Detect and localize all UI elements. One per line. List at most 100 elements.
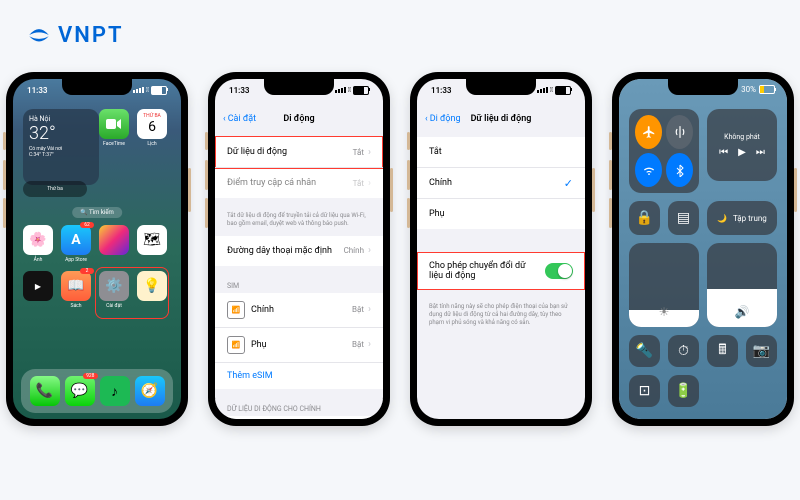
facetime-label: FaceTime	[99, 141, 129, 147]
option-secondary-row[interactable]: Phụ	[417, 199, 585, 229]
instagram-app-icon[interactable]	[99, 225, 129, 255]
camera-button[interactable]: 📷	[746, 335, 777, 367]
appstore-label: App Store	[61, 257, 91, 263]
usage-header: DỮ LIỆU DI ĐỘNG CHO CHÍNH	[215, 399, 383, 416]
option-primary-row[interactable]: Chính ✓	[417, 168, 585, 199]
default-voice-row[interactable]: Đường dây thoại mặc định Chính›	[215, 236, 383, 266]
dock: 📞 💬928 ♪ 🧭	[21, 369, 173, 413]
nav-bar: ‹Di động Dữ liệu di động	[417, 101, 585, 137]
day-widget[interactable]: Thứ ba	[23, 181, 87, 197]
calendar-app-icon[interactable]: THỨ BA 6	[137, 109, 167, 139]
flashlight-button[interactable]: 🔦	[629, 335, 660, 367]
cellular-data-label: Dữ liệu di động	[227, 147, 287, 157]
sim-secondary-row[interactable]: 📶Phụ Bật›	[215, 328, 383, 363]
maps-app-icon[interactable]: 🗺	[137, 225, 167, 255]
speaker-icon: 🔊	[735, 305, 750, 319]
photos-label: Ảnh	[23, 257, 53, 263]
battery-percent: 30%	[741, 85, 756, 94]
focus-label: Tập trung	[733, 214, 767, 223]
cellular-button[interactable]	[666, 115, 693, 149]
calendar-label: Lịch	[137, 141, 167, 147]
low-power-button[interactable]: 🔋	[668, 375, 699, 407]
sim-header: SIM	[215, 276, 383, 293]
calculator-button[interactable]: 🖩	[707, 335, 738, 367]
facetime-app-icon[interactable]	[99, 109, 129, 139]
phone-row: 11:33 􀙇 Hà Nội 32° Có mây Vài nơi C:34° …	[0, 0, 800, 426]
app-icon-1[interactable]: ▶	[23, 271, 53, 301]
chevron-right-icon: ›	[368, 147, 371, 158]
cellular-data-value: Tắt	[353, 148, 364, 157]
weather-temp: 32°	[29, 123, 93, 144]
data-switch-description: Bật tính năng này sẽ cho phép điện thoại…	[417, 299, 585, 334]
media-title: Không phát	[724, 133, 760, 141]
connectivity-tile[interactable]	[629, 109, 699, 193]
phone-control-center: 30% Không phát ⏮ ▶ ⏭	[612, 72, 794, 426]
vnpt-logo: VNPT	[26, 22, 124, 48]
spotlight-search[interactable]: 🔍 Tìm kiếm	[72, 207, 122, 218]
hotspot-row: Điểm truy cập cá nhân Tắt›	[215, 168, 383, 198]
play-icon[interactable]: ▶	[738, 147, 746, 158]
sim1-label: Chính	[251, 305, 274, 315]
cellular-description: Tắt dữ liệu di động để truyền tải cả dữ …	[215, 208, 383, 236]
logo-text: VNPT	[58, 23, 124, 48]
back-button[interactable]: ‹Di động	[425, 114, 461, 124]
bluetooth-button[interactable]	[666, 153, 693, 187]
sim2-value: Bật	[352, 340, 364, 349]
antenna-icon	[673, 125, 687, 139]
chevron-left-icon: ‹	[425, 114, 428, 124]
messages-badge: 928	[83, 373, 97, 379]
weather-hilo: C:34° T:37°	[29, 152, 93, 158]
books-badge: 2	[80, 268, 94, 274]
phone-app-icon[interactable]: 📞	[30, 376, 60, 406]
messages-app-icon[interactable]: 💬928	[65, 376, 95, 406]
option-primary-label: Chính	[429, 178, 452, 188]
add-esim-button[interactable]: Thêm eSIM	[215, 363, 383, 389]
video-icon	[106, 118, 122, 130]
scan-button[interactable]: ⊡	[629, 375, 660, 407]
battery-icon: 🔋	[675, 383, 692, 399]
data-switch-toggle[interactable]	[545, 263, 573, 279]
brightness-slider[interactable]: ☀	[629, 243, 699, 327]
safari-app-icon[interactable]: 🧭	[135, 376, 165, 406]
status-time: 11:33	[431, 86, 451, 95]
back-button[interactable]: ‹Cài đặt	[223, 114, 256, 124]
books-app-icon[interactable]: 📖2	[61, 271, 91, 301]
data-switching-row[interactable]: Cho phép chuyển đổi dữ liệu di động	[417, 253, 585, 289]
phone-home-screen: 11:33 􀙇 Hà Nội 32° Có mây Vài nơi C:34° …	[6, 72, 188, 426]
appstore-app-icon[interactable]: A62	[61, 225, 91, 255]
qr-icon: ⊡	[639, 383, 651, 399]
orientation-lock-button[interactable]: 🔒	[629, 201, 660, 235]
nav-bar: ‹Cài đặt Di động	[215, 101, 383, 137]
calculator-icon: 🖩	[718, 339, 726, 363]
hotspot-label: Điểm truy cập cá nhân	[227, 178, 316, 188]
data-switch-label: Cho phép chuyển đổi dữ liệu di động	[429, 261, 529, 281]
spotify-app-icon[interactable]: ♪	[100, 376, 130, 406]
page-title: Di động	[283, 114, 314, 124]
status-bar: 11:33 􀙇	[215, 79, 383, 101]
weather-widget[interactable]: Hà Nội 32° Có mây Vài nơi C:34° T:37°	[23, 109, 99, 185]
volume-slider[interactable]: 🔊	[707, 243, 777, 327]
status-bar: 30%	[741, 85, 775, 94]
calendar-date: 6	[148, 119, 156, 135]
weather-city: Hà Nội	[29, 115, 93, 123]
photos-app-icon[interactable]: 🌸	[23, 225, 53, 255]
camera-icon: 📷	[753, 343, 770, 359]
next-track-icon[interactable]: ⏭	[756, 147, 765, 158]
focus-button[interactable]: 🌙 Tập trung	[707, 201, 777, 235]
prev-track-icon[interactable]: ⏮	[719, 147, 728, 158]
wifi-button[interactable]	[635, 153, 662, 187]
sim-primary-row[interactable]: 📶Chính Bật›	[215, 293, 383, 328]
airplane-mode-button[interactable]	[635, 115, 662, 149]
cellular-data-row[interactable]: Dữ liệu di động Tắt ›	[215, 137, 383, 168]
moon-icon: 🌙	[717, 214, 727, 223]
option-off-row[interactable]: Tắt	[417, 137, 585, 168]
checkmark-icon: ✓	[564, 177, 573, 190]
media-tile[interactable]: Không phát ⏮ ▶ ⏭	[707, 109, 777, 181]
vnpt-swoosh-icon	[26, 22, 52, 48]
highlight-settings	[95, 267, 169, 319]
timer-button[interactable]: ⏱	[668, 335, 699, 367]
page-title: Dữ liệu di động	[471, 114, 532, 124]
status-bar: 11:33 􀙇	[417, 79, 585, 101]
default-voice-value: Chính	[344, 246, 364, 255]
screen-mirroring-button[interactable]: ▤	[668, 201, 699, 235]
